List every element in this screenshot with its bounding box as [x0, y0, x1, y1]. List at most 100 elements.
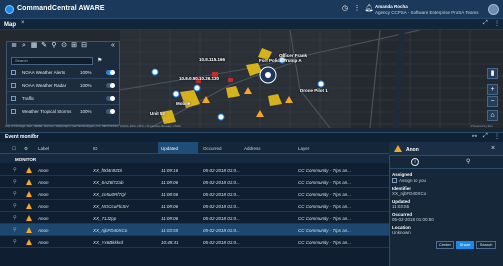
more-icon[interactable]: ⋮	[494, 133, 500, 140]
group-header[interactable]	[0, 154, 389, 163]
bookmark-icon[interactable]: ⊞	[70, 42, 78, 50]
detail-title: Anon	[406, 147, 419, 153]
search-map-icon[interactable]: ⌕	[20, 42, 28, 50]
row-layer: CC Community - Tips an...	[298, 204, 351, 209]
info-tab-icon[interactable]: i	[411, 158, 419, 166]
table-row[interactable]: ⚲ Anon XX_Yx6Bkkkrd 10:48:41 05-02-2018 …	[0, 236, 389, 248]
column-layer[interactable]: Layer	[298, 146, 309, 151]
map-expand-icon[interactable]: ⤢	[483, 20, 488, 27]
collapse-icon[interactable]: «	[109, 42, 117, 50]
notification-bell-icon[interactable]: 🔔︎	[364, 4, 374, 14]
map-label-ip2[interactable]: 10.8.0.50.10.26.130	[179, 76, 219, 81]
row-link-icon[interactable]: ⚲	[13, 179, 17, 185]
row-link-icon[interactable]: ⚲	[13, 191, 17, 197]
column-id[interactable]: ID	[93, 146, 98, 151]
layer-toggle[interactable]	[106, 83, 115, 88]
row-link-icon[interactable]: ⚲	[13, 239, 17, 245]
zoom-in-button[interactable]: +	[487, 84, 498, 95]
row-link-icon[interactable]: ⚲	[13, 227, 17, 233]
layer-name: NOAA Weather Alerts	[22, 70, 66, 75]
center-button[interactable]: Center	[436, 241, 454, 249]
app-title: CommandCentral AWARE	[17, 5, 105, 12]
warning-icon	[26, 227, 32, 233]
column-occurred[interactable]: Occurred	[203, 146, 222, 151]
layer-toggle[interactable]	[106, 70, 115, 75]
warning-icon	[26, 203, 32, 209]
layer-row[interactable]: NOAA Weather Radar 100%	[7, 79, 119, 92]
user-avatar[interactable]	[488, 4, 499, 15]
share-button[interactable]: Share	[456, 241, 474, 249]
table-row-selected[interactable]: ⚲ Anon XX_njbFD40XCo 11:03:55 05-02-2018…	[0, 224, 389, 236]
layer-row[interactable]: NOAA Weather Alerts 100%	[7, 66, 119, 79]
warning-icon	[26, 215, 32, 221]
header-checkbox-icon[interactable]: ☐	[12, 146, 16, 152]
layer-opacity[interactable]: 100%	[80, 83, 92, 88]
target-icon[interactable]: ⊙	[60, 42, 68, 50]
layer-row[interactable]: Weather Tropical Storms 100%	[7, 105, 119, 125]
row-occurred: 05-02-2018 01:0...	[203, 168, 240, 173]
map-label-unit[interactable]: Unit 52	[150, 111, 165, 116]
link-icon[interactable]: ⚯	[472, 133, 477, 140]
map-close-icon[interactable]: ×	[21, 20, 25, 26]
row-updated: 10:48:41	[161, 240, 179, 245]
layer-search-input[interactable]: Search	[11, 57, 93, 65]
assign-checkbox[interactable]	[392, 178, 397, 183]
attachment-tab-icon[interactable]: ⚲	[466, 158, 470, 165]
pin-icon[interactable]: ⚲	[50, 42, 58, 50]
row-label: Anon	[38, 216, 49, 221]
table-row[interactable]: ⚲ Anon XX_6AZ6l7Zab 11:09:06 05-02-2018 …	[0, 176, 389, 188]
layer-row[interactable]: Traffic	[7, 92, 119, 105]
row-id: XX_NOCcuFlcSH	[93, 204, 129, 209]
row-updated: 11:09:06	[161, 216, 179, 221]
layer-toggle[interactable]	[106, 96, 115, 101]
zoom-out-button[interactable]: −	[487, 96, 498, 107]
layers-icon[interactable]: ≣	[10, 42, 18, 50]
column-address[interactable]: Address	[244, 146, 261, 151]
filter-icon[interactable]: ⚑	[97, 57, 102, 64]
column-label[interactable]: Label	[38, 146, 49, 151]
layer-opacity[interactable]: 100%	[80, 109, 92, 114]
row-layer: CC Community - Tips an...	[298, 216, 351, 221]
row-link-icon[interactable]: ⚲	[13, 203, 17, 209]
table-row[interactable]: ⚲ Anon XX_71J2pp 11:09:06 05-02-2018 01:…	[0, 212, 389, 224]
event-monitor-close-icon[interactable]: ×	[32, 133, 36, 139]
row-id: XX_71J2pp	[93, 216, 117, 221]
row-occurred: 05-02-2018 01:0...	[203, 192, 240, 197]
map-label-mobile[interactable]: Mobile	[176, 101, 190, 106]
row-occurred: 05-02-2018 01:0...	[203, 204, 240, 209]
row-occurred: 05-02-2018 01:0...	[203, 240, 240, 245]
layer-checkbox[interactable]	[11, 96, 16, 101]
expand-icon[interactable]: ⤢	[483, 133, 488, 140]
table-row[interactable]: ⚲ Anon XX_f0d4n92Di 11:09:16 05-02-2018 …	[0, 164, 389, 176]
pen-icon[interactable]: ✎	[40, 42, 48, 50]
map-more-icon[interactable]: ⋮	[494, 20, 500, 27]
row-layer: CC Community - Tips an...	[298, 192, 351, 197]
settings-icon[interactable]: ⚙	[24, 146, 28, 152]
map-label-drone[interactable]: Drone Pilot 1	[300, 88, 328, 93]
row-link-icon[interactable]: ⚲	[13, 215, 17, 221]
map-label-ip1[interactable]: 10.8.115.166	[199, 57, 225, 62]
layer-name: Weather Tropical Storms	[22, 109, 72, 114]
column-updated[interactable]: Updated	[161, 146, 178, 151]
assigned-value[interactable]: Assign to you	[399, 178, 426, 183]
detail-tabs	[389, 156, 503, 169]
layer-opacity[interactable]: 100%	[80, 70, 92, 75]
table-row[interactable]: ⚲ Anon XX_1n5u0Rf7Ql 11:08:56 05-02-2018…	[0, 188, 389, 200]
map-bookmark-button[interactable]: ▮	[487, 68, 498, 79]
map-home-button[interactable]: ⌂	[487, 110, 498, 121]
layer-checkbox[interactable]	[11, 109, 16, 114]
layer-checkbox[interactable]	[11, 70, 16, 75]
table-row[interactable]: ⚲ Anon XX_NOCcuFlcSH 11:09:06 05-02-2018…	[0, 200, 389, 212]
row-link-icon[interactable]: ⚲	[13, 167, 17, 173]
grid-menu-icon[interactable]: ⋮	[352, 4, 362, 14]
clock-icon[interactable]: ◷	[340, 4, 350, 14]
grid-icon[interactable]: ▦	[30, 42, 38, 50]
warning-icon	[26, 239, 32, 245]
layer-checkbox[interactable]	[11, 83, 16, 88]
search-button[interactable]: Search	[476, 241, 496, 249]
row-layer: CC Community - Tips an...	[298, 168, 351, 173]
detail-close-icon[interactable]: ×	[491, 145, 495, 152]
measure-icon[interactable]: ⊟	[80, 42, 88, 50]
layer-toggle[interactable]	[106, 109, 115, 114]
map-label-trump[interactable]: Fort Police Trump A	[259, 58, 302, 63]
